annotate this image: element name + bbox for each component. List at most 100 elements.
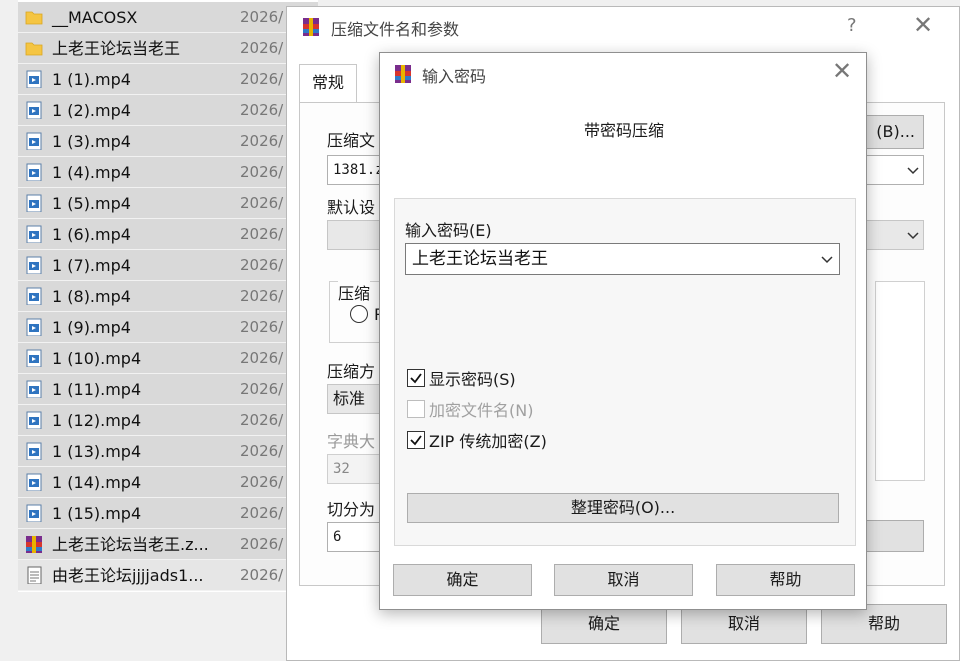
file-row[interactable]: 1 (9).mp4 2026/ bbox=[18, 312, 318, 343]
video-file-icon bbox=[26, 473, 42, 491]
file-row[interactable]: 1 (4).mp4 2026/ bbox=[18, 157, 318, 188]
file-name: 1 (14).mp4 bbox=[52, 473, 142, 492]
file-row[interactable]: 1 (3).mp4 2026/ bbox=[18, 126, 318, 157]
file-name: 1 (12).mp4 bbox=[52, 411, 142, 430]
format-group-label: 压缩 bbox=[338, 280, 371, 304]
chevron-down-icon bbox=[907, 167, 919, 175]
checkmark-icon bbox=[410, 435, 422, 446]
cancel-button[interactable]: 取消 bbox=[681, 604, 807, 644]
tab-general[interactable]: 常规 bbox=[299, 64, 357, 102]
file-name: __MACOSX bbox=[52, 8, 138, 27]
archive-options-group bbox=[875, 281, 925, 481]
video-file-icon bbox=[26, 194, 42, 212]
encrypt-filenames-checkbox[interactable]: 加密文件名(N) bbox=[407, 398, 533, 420]
set-password-button[interactable] bbox=[860, 520, 924, 552]
file-name: 1 (8).mp4 bbox=[52, 287, 131, 306]
file-name: 1 (2).mp4 bbox=[52, 101, 131, 120]
file-date: 2026/ bbox=[240, 132, 284, 150]
file-name: 1 (13).mp4 bbox=[52, 442, 142, 461]
checkbox-box[interactable] bbox=[407, 400, 425, 418]
dictionary-size-dropdown[interactable]: 32 bbox=[327, 454, 387, 484]
help-button[interactable]: 帮助 bbox=[716, 564, 855, 596]
file-row[interactable]: 1 (7).mp4 2026/ bbox=[18, 250, 318, 281]
close-icon[interactable]: ✕ bbox=[832, 57, 852, 85]
file-date: 2026/ bbox=[240, 349, 284, 367]
file-row[interactable]: 1 (14).mp4 2026/ bbox=[18, 467, 318, 498]
default-profile-label: 默认设 bbox=[327, 198, 376, 217]
file-row[interactable]: 1 (10).mp4 2026/ bbox=[18, 343, 318, 374]
password-label: 输入密码(E) bbox=[405, 221, 492, 240]
cancel-button[interactable]: 取消 bbox=[554, 564, 693, 596]
video-file-icon bbox=[26, 504, 42, 522]
file-row[interactable]: 上老王论坛当老王.z... 2026/ bbox=[18, 529, 318, 560]
file-name: 1 (3).mp4 bbox=[52, 132, 131, 151]
file-row[interactable]: 由老王论坛jjjjads1... 2026/ bbox=[18, 560, 318, 591]
file-row[interactable]: 1 (1).mp4 2026/ bbox=[18, 64, 318, 95]
profiles-button[interactable] bbox=[327, 220, 387, 250]
checkbox-label: 显示密码(S) bbox=[429, 370, 516, 389]
file-row[interactable]: 1 (11).mp4 2026/ bbox=[18, 374, 318, 405]
file-date: 2026/ bbox=[240, 194, 284, 212]
checkbox-box[interactable] bbox=[407, 431, 425, 449]
file-date: 2026/ bbox=[240, 163, 284, 181]
folder-icon bbox=[25, 11, 43, 25]
file-name: 1 (4).mp4 bbox=[52, 163, 131, 182]
file-row[interactable]: 1 (8).mp4 2026/ bbox=[18, 281, 318, 312]
dictionary-size-label: 字典大 bbox=[327, 432, 376, 451]
file-name: 上老王论坛当老王.z... bbox=[52, 535, 209, 554]
close-icon[interactable]: ✕ bbox=[913, 11, 933, 39]
split-volumes-label: 切分为 bbox=[327, 500, 376, 519]
file-row[interactable]: 1 (2).mp4 2026/ bbox=[18, 95, 318, 126]
file-row[interactable]: 上老王论坛当老王 2026/ bbox=[18, 33, 318, 64]
file-row[interactable]: 1 (13).mp4 2026/ bbox=[18, 436, 318, 467]
compression-method-dropdown[interactable]: 标准 bbox=[327, 384, 387, 414]
dialog-heading: 带密码压缩 bbox=[583, 121, 664, 140]
password-input[interactable]: 上老王论坛当老王 bbox=[405, 243, 840, 275]
archive-name-input[interactable]: 1381.z bbox=[327, 155, 387, 185]
split-volumes-input[interactable]: 6 bbox=[327, 522, 387, 552]
help-button[interactable]: 帮助 bbox=[821, 604, 947, 644]
zip-legacy-encryption-checkbox[interactable]: ZIP 传统加密(Z) bbox=[407, 429, 547, 451]
file-date: 2026/ bbox=[240, 380, 284, 398]
file-date: 2026/ bbox=[240, 473, 284, 491]
help-icon[interactable]: ? bbox=[847, 15, 857, 36]
file-name: 上老王论坛当老王 bbox=[52, 39, 181, 58]
file-date: 2026/ bbox=[240, 318, 284, 336]
organize-passwords-button[interactable]: 整理密码(O)... bbox=[407, 493, 839, 523]
checkbox-label: ZIP 传统加密(Z) bbox=[429, 432, 547, 451]
file-name: 1 (11).mp4 bbox=[52, 380, 142, 399]
file-name: 1 (9).mp4 bbox=[52, 318, 131, 337]
file-name: 1 (10).mp4 bbox=[52, 349, 142, 368]
checkbox-box[interactable] bbox=[407, 369, 425, 387]
update-mode-dropdown[interactable] bbox=[860, 220, 924, 250]
archive-name-dropdown[interactable] bbox=[860, 155, 924, 185]
file-date: 2026/ bbox=[240, 504, 284, 522]
file-name: 1 (1).mp4 bbox=[52, 70, 131, 89]
file-row[interactable]: 1 (12).mp4 2026/ bbox=[18, 405, 318, 436]
show-password-checkbox[interactable]: 显示密码(S) bbox=[407, 367, 516, 389]
video-file-icon bbox=[26, 256, 42, 274]
file-date: 2026/ bbox=[240, 225, 284, 243]
ok-button[interactable]: 确定 bbox=[393, 564, 532, 596]
file-name: 1 (7).mp4 bbox=[52, 256, 131, 275]
file-row[interactable]: 1 (6).mp4 2026/ bbox=[18, 219, 318, 250]
file-name: 1 (15).mp4 bbox=[52, 504, 142, 523]
file-row[interactable]: 1 (15).mp4 2026/ bbox=[18, 498, 318, 529]
chevron-down-icon bbox=[907, 232, 919, 240]
video-file-icon bbox=[26, 225, 42, 243]
file-date: 2026/ bbox=[240, 39, 284, 57]
chevron-down-icon[interactable] bbox=[821, 253, 833, 265]
dialog-title: 输入密码 bbox=[422, 67, 487, 86]
format-radio[interactable] bbox=[350, 305, 368, 323]
dialog-title: 压缩文件名和参数 bbox=[331, 20, 460, 39]
video-file-icon bbox=[26, 349, 42, 367]
file-date: 2026/ bbox=[240, 70, 284, 88]
video-file-icon bbox=[26, 411, 42, 429]
file-row[interactable]: 1 (5).mp4 2026/ bbox=[18, 188, 318, 219]
file-row[interactable]: __MACOSX 2026/ bbox=[18, 2, 318, 33]
text-file-icon bbox=[27, 566, 42, 584]
ok-button[interactable]: 确定 bbox=[541, 604, 667, 644]
video-file-icon bbox=[26, 380, 42, 398]
file-date: 2026/ bbox=[240, 442, 284, 460]
winrar-icon bbox=[395, 65, 411, 83]
